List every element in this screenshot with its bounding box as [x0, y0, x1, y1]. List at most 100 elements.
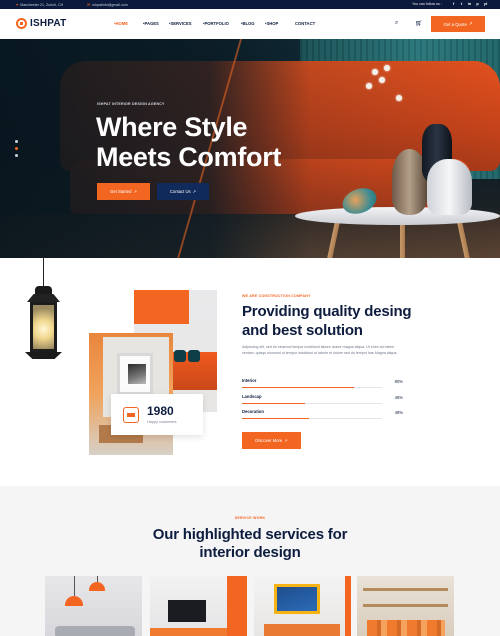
flower-image — [379, 77, 385, 83]
cart-icon[interactable]: 🛒︎ — [415, 20, 423, 27]
site-header: ISHPAT •HOME •PAGES •SERVICES •PORTFOLIO… — [0, 9, 500, 39]
lantern-roof — [27, 294, 60, 302]
topbar-address-text: Manchester 21, Zurich, CH — [20, 2, 64, 7]
hero-banner: ISHPAT INTERIOR DESIGN AGENCY Where Styl… — [0, 39, 500, 258]
hero-eyebrow: ISHPAT INTERIOR DESIGN AGENCY — [97, 102, 165, 106]
nav-portfolio[interactable]: •PORTFOLIO — [203, 21, 229, 26]
skill-bar-fill — [242, 403, 305, 404]
hero-vase-image — [427, 159, 472, 215]
contact-us-button[interactable]: Contact Us ↗ — [157, 183, 209, 200]
nav-services[interactable]: •SERVICES — [169, 21, 192, 26]
flower-image — [372, 69, 378, 75]
follow-label: You can follow us : — [412, 2, 442, 6]
service-card-image[interactable] — [150, 576, 247, 636]
skill-bar — [242, 403, 382, 404]
get-quote-label: Get a Quote — [443, 21, 467, 27]
slider-dot[interactable] — [15, 140, 18, 143]
skill-percent: 48% — [394, 410, 403, 415]
envelope-icon: ✉ — [87, 2, 91, 7]
topbar-email[interactable]: ✉ ishpatinfo@gmail.com — [87, 2, 128, 7]
logo[interactable]: ISHPAT — [16, 18, 66, 29]
stat-number: 1980 — [147, 404, 174, 418]
arrow-up-right-icon: ↗ — [192, 189, 197, 194]
skill-landscap: Landscap 45% — [242, 394, 403, 406]
flower-image — [396, 95, 402, 101]
flower-image — [384, 65, 390, 71]
pillow — [188, 350, 200, 362]
about-eyebrow: WE ARE CONSTRUCTION COMPANY — [242, 294, 311, 298]
services-title: Our highlighted services for interior de… — [152, 526, 348, 561]
slider-dot[interactable] — [15, 154, 18, 157]
skill-decoration: Decoration 48% — [242, 409, 403, 421]
pinterest-icon[interactable]: p — [475, 2, 480, 7]
sofa — [55, 626, 135, 636]
about-section: 1980 Happy customers WE ARE CONSTRUCTION… — [0, 258, 500, 486]
lantern-body — [30, 302, 57, 352]
skill-name: Landscap — [242, 394, 262, 399]
logo-mark-icon — [16, 18, 27, 29]
slider-dots — [15, 140, 18, 157]
discover-more-button[interactable]: Discover More ↗ — [242, 432, 301, 449]
orange-panel — [134, 290, 189, 324]
skill-bar — [242, 387, 382, 388]
service-card-image[interactable] — [254, 576, 351, 636]
facebook-icon[interactable]: f — [451, 2, 456, 7]
nav-blog[interactable]: •BLOG — [241, 21, 255, 26]
skill-interior: Interior 80% — [242, 378, 403, 390]
lantern-glass — [33, 305, 54, 349]
lamp-cord — [43, 258, 44, 288]
nav-shop[interactable]: •SHOP — [265, 21, 278, 26]
skill-percent: 45% — [394, 395, 403, 400]
arrow-up-right-icon: ↗ — [468, 21, 473, 26]
skill-percent: 80% — [394, 379, 403, 384]
pots — [367, 620, 445, 636]
table-leg — [400, 221, 405, 258]
lantern-cap — [35, 286, 52, 294]
arrow-up-right-icon: ↗ — [284, 438, 288, 443]
corda — [74, 576, 75, 596]
topbar-address: ⌖ Manchester 21, Zurich, CH — [16, 2, 63, 7]
services-section: SERVICE WORK Our highlighted services fo… — [0, 486, 500, 636]
slider-dot-active[interactable] — [15, 147, 18, 150]
about-title: Providing quality desing and best soluti… — [242, 303, 412, 339]
customers-icon — [123, 406, 139, 423]
hero-title: Where Style Meets Comfort — [96, 112, 282, 172]
about-description: Adipiscing elit, sed do eiusmod tempor i… — [242, 345, 398, 355]
art — [274, 584, 320, 614]
discover-more-label: Discover More — [255, 438, 283, 443]
social-links: f t in p yt — [451, 2, 488, 7]
lantern-base — [25, 352, 62, 359]
get-started-button[interactable]: Get Started ↗ — [97, 183, 150, 200]
flower-image — [366, 83, 372, 89]
contact-us-label: Contact Us — [169, 189, 191, 194]
nav-home[interactable]: •HOME — [114, 21, 128, 26]
skill-bar-fill — [242, 387, 354, 388]
get-quote-button[interactable]: Get a Quote ↗ — [431, 16, 485, 32]
frame — [117, 353, 153, 395]
skill-name: Interior — [242, 378, 257, 383]
topbar-email-text[interactable]: ishpatinfo@gmail.com — [92, 3, 127, 7]
linkedin-icon[interactable]: in — [467, 2, 472, 7]
top-info-bar: ⌖ Manchester 21, Zurich, CH ✉ ishpatinfo… — [0, 0, 500, 9]
service-card-image[interactable] — [45, 576, 142, 636]
bench — [264, 624, 340, 636]
skill-bar-fill — [242, 418, 310, 419]
shelf — [363, 588, 448, 591]
twitter-icon[interactable]: t — [459, 2, 464, 7]
nav-contact[interactable]: CONTACT — [295, 21, 315, 26]
service-card-image[interactable] — [357, 576, 454, 636]
logo-text: ISHPAT — [30, 18, 67, 29]
lantern-lamp-image — [25, 286, 62, 364]
skill-name: Decoration — [242, 409, 264, 414]
nav-pages[interactable]: •PAGES — [143, 21, 159, 26]
happy-customers-card: 1980 Happy customers — [111, 394, 203, 435]
skill-bar — [242, 418, 382, 419]
arrow-up-right-icon: ↗ — [133, 189, 137, 194]
shelf — [150, 628, 227, 636]
lampa — [65, 596, 83, 606]
location-pin-icon: ⌖ — [16, 2, 19, 7]
services-eyebrow: SERVICE WORK — [234, 516, 266, 520]
stat-label: Happy customers — [147, 420, 177, 424]
youtube-icon[interactable]: yt — [483, 2, 488, 7]
search-icon[interactable]: ⌕ — [395, 20, 398, 27]
